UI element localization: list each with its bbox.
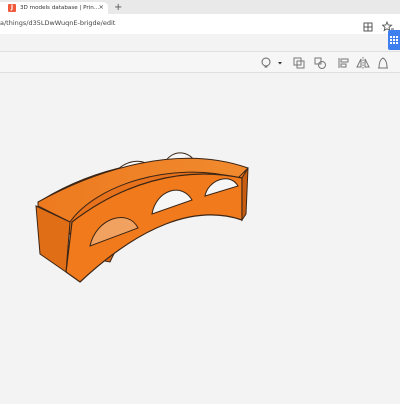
editor-toolbar	[0, 51, 400, 73]
group-icon[interactable]	[292, 55, 306, 69]
mirror-icon[interactable]	[356, 55, 370, 69]
bridge-model[interactable]	[0, 72, 400, 400]
address-actions	[362, 18, 394, 32]
url-field[interactable]: a/things/d35LDwWuqnE-brigde/edit	[0, 19, 115, 27]
printables-favicon-icon: J	[8, 4, 16, 12]
grid-icon	[390, 36, 398, 44]
tab-title: 3D models database | Printables.com	[20, 5, 100, 11]
favorites-icon[interactable]	[381, 18, 394, 32]
address-bar: a/things/d35LDwWuqnE-brigde/edit	[0, 14, 400, 34]
workplane-icon[interactable]	[376, 55, 390, 69]
3d-viewport[interactable]	[0, 72, 400, 400]
tab-close-button[interactable]: ×	[99, 3, 104, 11]
apps-grid-button[interactable]	[388, 30, 400, 50]
tab-strip: J 3D models database | Printables.com × …	[0, 0, 400, 14]
new-tab-button[interactable]: +	[114, 2, 122, 14]
align-icon[interactable]	[337, 55, 351, 69]
browser-tab[interactable]: J 3D models database | Printables.com ×	[0, 2, 108, 14]
lightbulb-icon[interactable]	[259, 55, 273, 69]
ungroup-icon[interactable]	[313, 55, 327, 69]
dropdown-chevron-icon[interactable]	[275, 55, 285, 69]
reader-icon[interactable]	[362, 18, 374, 32]
